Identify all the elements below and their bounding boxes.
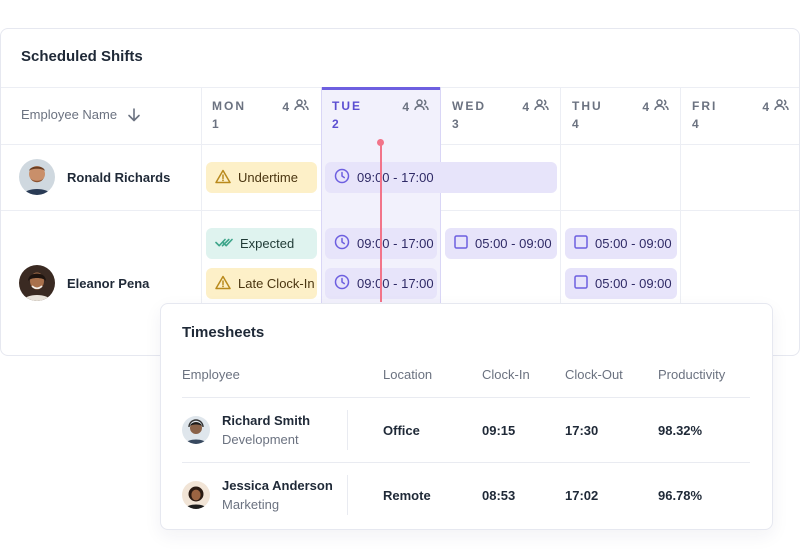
status-pill-late-clock-in[interactable]: Late Clock-In — [206, 268, 317, 299]
employee-department: Development — [222, 432, 299, 447]
column-header-clock-in[interactable]: Clock-In — [482, 367, 530, 382]
day-number: 4 — [692, 117, 699, 131]
sort-arrow-down-icon[interactable] — [127, 107, 141, 122]
clock-icon — [334, 168, 350, 187]
avatar — [182, 481, 210, 509]
employee-name: Ronald Richards — [67, 169, 171, 185]
pill-label: Late Clock-In — [238, 276, 315, 291]
staff-count: 4 — [402, 99, 409, 114]
timesheets-title: Timesheets — [182, 324, 265, 341]
column-header-clock-out[interactable]: Clock-Out — [565, 367, 623, 382]
users-icon — [534, 99, 549, 114]
day-header-wed[interactable]: WED 3 4 — [441, 87, 561, 144]
staff-count: 4 — [642, 99, 649, 114]
day-staff-count: 4 — [762, 99, 789, 114]
staff-count: 4 — [522, 99, 529, 114]
staff-count: 4 — [762, 99, 769, 114]
shift-pill[interactable]: 05:00 - 09:00 — [565, 228, 677, 259]
clock-out-cell: 17:02 — [565, 487, 599, 503]
staff-count: 4 — [282, 99, 289, 114]
shifts-title: Scheduled Shifts — [21, 48, 143, 65]
day-header-mon[interactable]: MON 1 4 — [201, 87, 321, 144]
column-header-employee[interactable]: Employee — [182, 367, 240, 382]
users-icon — [654, 99, 669, 114]
day-header-thu[interactable]: THU 4 4 — [561, 87, 681, 144]
checkbox-icon — [574, 275, 588, 292]
users-icon — [414, 99, 429, 114]
checkbox-icon — [574, 235, 588, 252]
location-cell: Office — [383, 422, 420, 438]
status-pill-undertime[interactable]: Undertime — [206, 162, 317, 193]
employee-name: Eleanor Pena — [67, 275, 150, 291]
employee-name-header-label: Employee Name — [21, 107, 118, 122]
day-number: 2 — [332, 117, 339, 131]
users-icon — [294, 99, 309, 114]
clock-icon — [334, 234, 350, 253]
users-icon — [774, 99, 789, 114]
day-staff-count: 4 — [522, 99, 549, 114]
shift-pill[interactable]: 05:00 - 09:00 — [565, 268, 677, 299]
pill-label: 05:00 - 09:00 — [595, 276, 672, 291]
employee-row-ronald-richards[interactable]: Ronald Richards — [19, 159, 170, 195]
pill-label: 09:00 - 17:00 — [357, 276, 434, 291]
status-pill-expected[interactable]: Expected — [206, 228, 317, 259]
cell-divider — [347, 475, 348, 515]
column-header-productivity[interactable]: Productivity — [658, 367, 725, 382]
day-staff-count: 4 — [282, 99, 309, 114]
checkbox-icon — [454, 235, 468, 252]
shift-pill[interactable]: 05:00 - 09:00 — [445, 228, 557, 259]
day-number: 4 — [572, 117, 579, 131]
current-time-dot — [377, 139, 384, 146]
pill-label: 05:00 - 09:00 — [475, 236, 552, 251]
employee-name: Jessica Anderson — [222, 478, 333, 493]
clock-in-cell: 08:53 — [482, 487, 516, 503]
clock-icon — [334, 274, 350, 293]
pill-label: 05:00 - 09:00 — [595, 236, 672, 251]
avatar — [182, 416, 210, 444]
warning-icon — [215, 275, 231, 293]
day-number: 1 — [212, 117, 219, 131]
column-header-location[interactable]: Location — [383, 367, 432, 382]
day-header-fri[interactable]: FRI 4 4 — [681, 87, 799, 144]
pill-label: 09:00 - 17:00 — [357, 236, 434, 251]
avatar — [19, 265, 55, 301]
employee-department: Marketing — [222, 497, 280, 512]
location-cell: Remote — [383, 487, 431, 503]
shift-pill[interactable]: 09:00 - 17:00 — [325, 162, 557, 193]
day-staff-count: 4 — [642, 99, 669, 114]
pill-label: 09:00 - 17:00 — [357, 170, 434, 185]
current-time-line — [380, 142, 382, 302]
day-header-tue[interactable]: TUE 2 4 — [321, 87, 441, 144]
employee-row-eleanor-pena[interactable]: Eleanor Pena — [19, 265, 149, 301]
clock-out-cell: 17:30 — [565, 422, 599, 438]
employee-cell: Richard Smith Development — [182, 398, 310, 462]
employee-cell: Jessica Anderson Marketing — [182, 463, 333, 527]
table-row[interactable]: Jessica Anderson Marketing Remote 08:53 … — [161, 463, 772, 527]
productivity-cell: 98.32% — [658, 422, 703, 438]
productivity-cell: 96.78% — [658, 487, 703, 503]
cell-divider — [347, 410, 348, 450]
employee-name: Richard Smith — [222, 413, 311, 428]
day-staff-count: 4 — [402, 99, 429, 114]
warning-icon — [215, 169, 231, 187]
timesheets-card: Timesheets Employee Location Clock-In Cl… — [160, 303, 773, 530]
table-row[interactable]: Richard Smith Development Office 09:15 1… — [161, 398, 772, 462]
pill-label: Undertime — [238, 170, 298, 185]
day-number: 3 — [452, 117, 459, 131]
pill-label: Expected — [240, 236, 295, 251]
avatar — [19, 159, 55, 195]
employee-name-header[interactable]: Employee Name — [21, 107, 141, 122]
double-check-icon — [215, 236, 233, 251]
clock-in-cell: 09:15 — [482, 422, 516, 438]
